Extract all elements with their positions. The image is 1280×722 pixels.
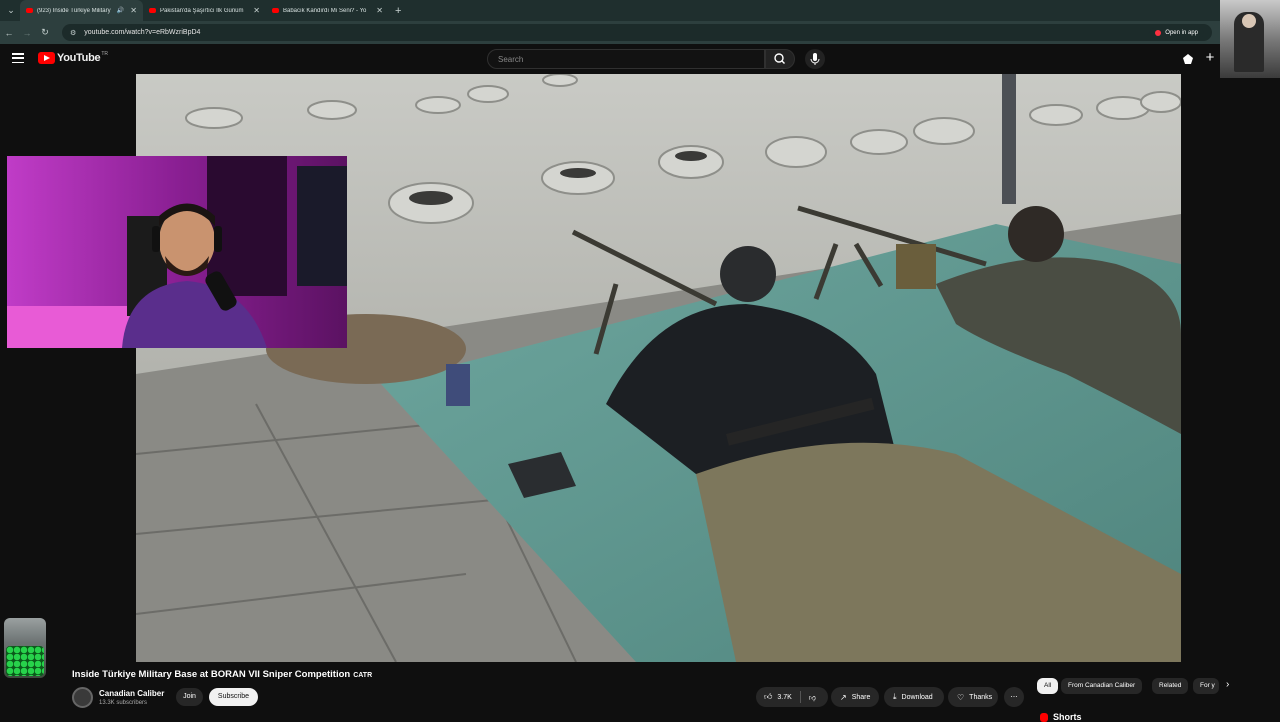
audio-playing-icon[interactable]: 🔊 xyxy=(117,7,124,14)
tab-title: Babacık Kandırdı Mı Seni? - Yo xyxy=(283,7,367,14)
webcam-overlay xyxy=(7,156,347,348)
microphone-icon xyxy=(810,53,820,65)
video-title-badge: CATR xyxy=(353,672,373,679)
voice-search-button[interactable] xyxy=(805,49,825,69)
open-in-app-button[interactable]: Open in app xyxy=(1149,27,1204,38)
more-actions-icon[interactable]: ⋯ xyxy=(1004,687,1024,707)
site-info-icon[interactable]: ⚙ xyxy=(70,29,76,37)
channel-name[interactable]: Canadian Caliber xyxy=(99,689,164,698)
share-icon: ↗ xyxy=(840,692,847,702)
youtube-header: YouTube TR Search + xyxy=(0,44,1280,74)
green-bead-jar xyxy=(4,618,46,678)
profile-photo xyxy=(1220,0,1280,78)
tab-title: Pakistan'da Şaşırtıcı İlk Günüm xyxy=(160,7,244,14)
thanks-button[interactable]: ♡ Thanks xyxy=(948,687,998,707)
subscriber-count: 13.3K subscribers xyxy=(99,700,148,706)
thumbs-down-icon: 👎︎ xyxy=(808,694,816,702)
video-title-text: Inside Türkiye Military Base at BORAN VI… xyxy=(72,669,351,680)
thumbs-up-icon: 👍︎ xyxy=(764,692,773,701)
thanks-icon: ♡ xyxy=(957,692,965,702)
browser-toolbar: ← → ↻ ⚙ youtube.com/watch?v=eRbWzriBpD4 … xyxy=(0,21,1280,44)
shorts-label: Shorts xyxy=(1053,712,1082,722)
shorts-icon xyxy=(1040,712,1048,722)
download-button[interactable]: ⤓ Download xyxy=(884,687,944,707)
close-tab-icon[interactable]: ✕ xyxy=(130,6,137,15)
address-bar[interactable]: ⚙ youtube.com/watch?v=eRbWzriBpD4 Open i… xyxy=(62,24,1212,41)
youtube-app-icon xyxy=(1155,29,1162,36)
browser-tab-1[interactable]: (923) Inside Türkiye Military 🔊 ✕ xyxy=(20,0,143,21)
thanks-label: Thanks xyxy=(969,693,993,701)
youtube-favicon-icon xyxy=(26,8,33,13)
download-label: Download xyxy=(901,693,933,701)
extension-icon[interactable] xyxy=(1180,51,1196,67)
dislike-button[interactable]: 👎︎ xyxy=(801,687,824,707)
create-icon[interactable]: + xyxy=(1202,50,1218,66)
tab-title: (923) Inside Türkiye Military xyxy=(37,7,111,14)
channel-avatar[interactable] xyxy=(72,687,93,708)
browser-tab-3[interactable]: Babacık Kandırdı Mı Seni? - Yo ✕ xyxy=(266,0,389,21)
streamer-webcam xyxy=(7,156,347,348)
browser-tab-2[interactable]: Pakistan'da Şaşırtıcı İlk Günüm ✕ xyxy=(143,0,266,21)
region-code: TR xyxy=(101,51,108,57)
shorts-section-header: Shorts xyxy=(1040,712,1082,722)
youtube-favicon-icon xyxy=(149,8,156,13)
search-button[interactable] xyxy=(765,49,795,69)
menu-icon[interactable] xyxy=(12,53,24,63)
tab-search-chevron-icon[interactable]: ⌄ xyxy=(2,2,20,20)
share-label: Share xyxy=(851,693,871,701)
video-title: Inside Türkiye Military Base at BORAN VI… xyxy=(72,669,372,680)
like-button[interactable]: 👍︎ 3.7K xyxy=(756,687,800,707)
browser-tab-strip: ⌄ (923) Inside Türkiye Military 🔊 ✕ Paki… xyxy=(0,0,1280,21)
like-count: 3.7K xyxy=(777,693,792,701)
open-in-app-label: Open in app xyxy=(1165,29,1198,36)
forward-icon[interactable]: → xyxy=(18,28,36,38)
youtube-logo[interactable]: YouTube TR xyxy=(38,51,108,64)
search-input[interactable]: Search xyxy=(487,49,765,69)
youtube-favicon-icon xyxy=(272,8,279,13)
youtube-play-icon xyxy=(38,52,55,64)
chip-all[interactable]: All xyxy=(1037,678,1059,694)
like-dislike-group: 👍︎ 3.7K 👎︎ xyxy=(756,687,828,707)
address-url: youtube.com/watch?v=eRbWzriBpD4 xyxy=(84,29,201,36)
share-button[interactable]: ↗ Share xyxy=(831,687,879,707)
chip-from-channel[interactable]: From Canadian Caliber xyxy=(1061,678,1143,694)
reload-icon[interactable]: ↻ xyxy=(36,27,54,38)
search-icon xyxy=(774,53,785,64)
new-tab-button[interactable]: + xyxy=(395,5,401,17)
join-button[interactable]: Join xyxy=(176,688,203,706)
subscribe-button[interactable]: Subscribe xyxy=(209,688,258,706)
chevron-right-icon[interactable]: › xyxy=(1226,679,1229,690)
chip-related[interactable]: Related xyxy=(1152,678,1189,694)
close-tab-icon[interactable]: ✕ xyxy=(376,6,383,15)
download-icon: ⤓ xyxy=(893,692,897,701)
youtube-wordmark: YouTube xyxy=(57,52,101,64)
close-tab-icon[interactable]: ✕ xyxy=(253,6,260,15)
chip-for-you[interactable]: For y xyxy=(1193,678,1219,694)
back-icon[interactable]: ← xyxy=(0,28,18,38)
